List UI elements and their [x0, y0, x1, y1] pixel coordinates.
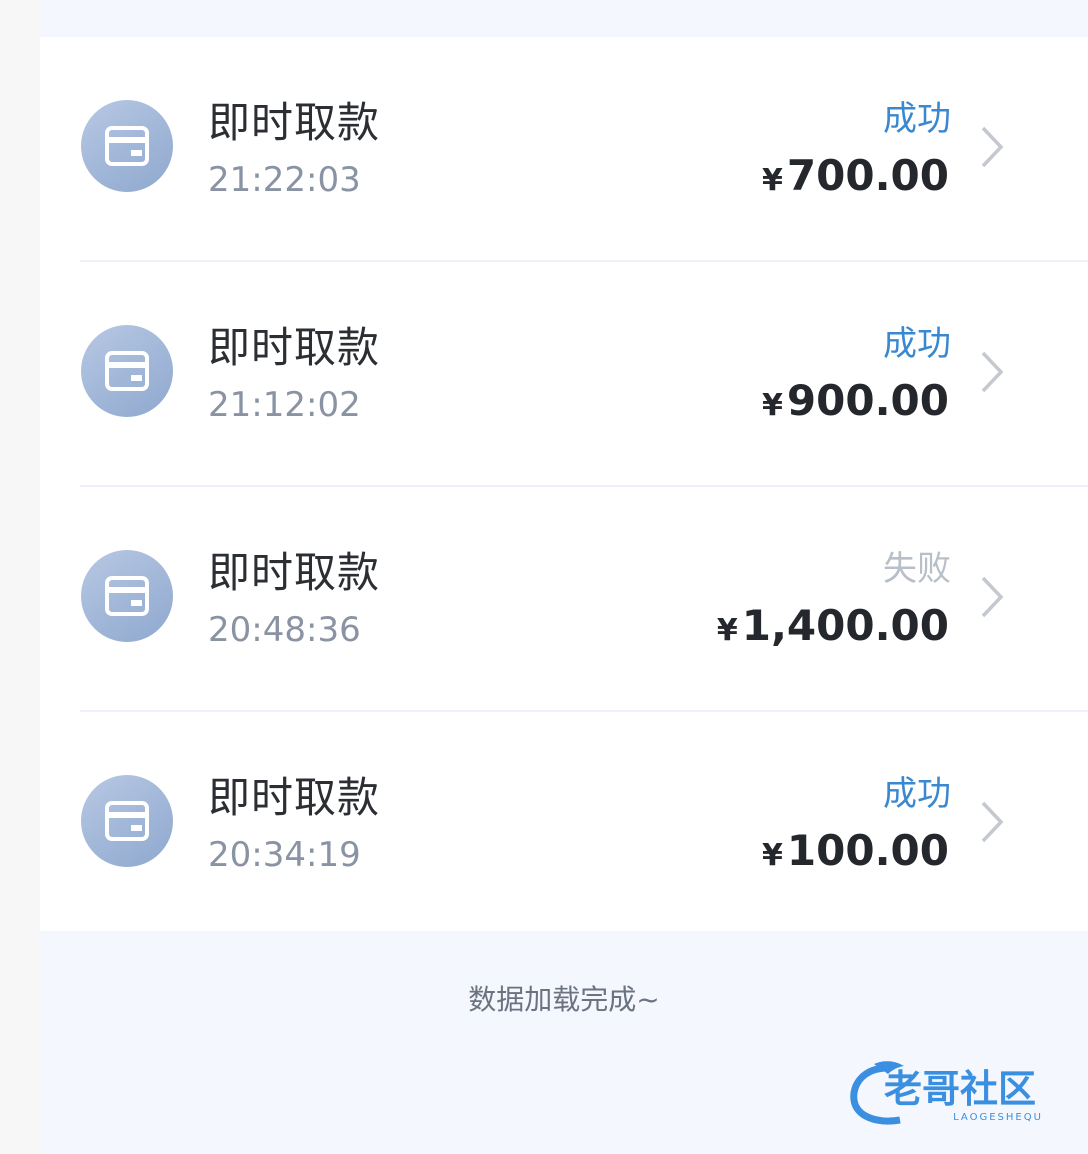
- transaction-amount: ¥1,400.00: [717, 601, 949, 650]
- transaction-row[interactable]: 即时取款 20:34:19 成功 ¥100.00: [40, 712, 1088, 937]
- card-icon: [81, 325, 173, 417]
- status-badge: 成功: [883, 324, 951, 364]
- left-gutter: [0, 0, 40, 1154]
- card-icon: [81, 550, 173, 642]
- amount-value: 900.00: [786, 376, 949, 425]
- chevron-right-icon[interactable]: [980, 125, 1004, 169]
- transaction-time: 21:12:02: [208, 385, 361, 425]
- watermark-text: 老哥社区: [884, 1067, 1036, 1111]
- transaction-row[interactable]: 即时取款 21:12:02 成功 ¥900.00: [40, 262, 1088, 487]
- transaction-title: 即时取款: [208, 323, 381, 372]
- chevron-right-icon[interactable]: [980, 350, 1004, 394]
- load-complete-message: 数据加载完成~: [468, 983, 660, 1016]
- transaction-title: 即时取款: [208, 98, 381, 147]
- status-badge: 成功: [883, 774, 951, 814]
- chevron-right-icon[interactable]: [980, 800, 1004, 844]
- status-badge: 失败: [883, 549, 951, 589]
- amount-value: 100.00: [786, 826, 949, 875]
- transaction-title: 即时取款: [208, 773, 381, 822]
- currency-symbol: ¥: [762, 163, 783, 198]
- transaction-time: 21:22:03: [208, 160, 361, 200]
- transaction-row[interactable]: 即时取款 21:22:03 成功 ¥700.00: [40, 37, 1088, 262]
- transaction-title: 即时取款: [208, 548, 381, 597]
- currency-symbol: ¥: [762, 838, 783, 873]
- transaction-row[interactable]: 即时取款 20:48:36 失败 ¥1,400.00: [40, 487, 1088, 712]
- watermark-subtext: LAOGESHEQU: [953, 1112, 1043, 1123]
- currency-symbol: ¥: [762, 388, 783, 423]
- transaction-amount: ¥700.00: [762, 151, 949, 200]
- amount-value: 1,400.00: [741, 601, 949, 650]
- watermark-logo: 老哥社区 LAOGESHEQU: [850, 1061, 1043, 1125]
- transaction-amount: ¥900.00: [762, 376, 949, 425]
- chevron-right-icon[interactable]: [980, 575, 1004, 619]
- transaction-time: 20:34:19: [208, 835, 361, 875]
- status-badge: 成功: [883, 99, 951, 139]
- currency-symbol: ¥: [716, 613, 738, 648]
- transaction-amount: ¥100.00: [762, 826, 949, 875]
- amount-value: 700.00: [786, 151, 949, 200]
- transaction-time: 20:48:36: [208, 610, 361, 650]
- card-icon: [81, 100, 173, 192]
- card-icon: [81, 775, 173, 867]
- transaction-list: 即时取款 21:22:03 成功 ¥700.00 即时取款 21:12:02 成…: [40, 37, 1088, 931]
